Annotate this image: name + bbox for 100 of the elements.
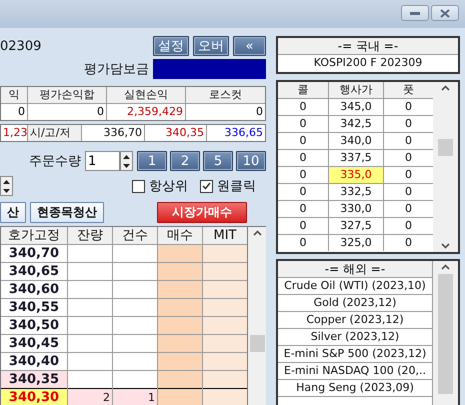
change-value: 1,23 [1, 125, 27, 141]
mit-cell[interactable] [203, 245, 247, 262]
quantity-preset-button[interactable]: 10 [236, 151, 266, 171]
order-quantity-field[interactable]: 1 [85, 151, 120, 171]
strike-cell[interactable]: 340,0 [329, 133, 383, 149]
mit-cell[interactable] [203, 299, 247, 316]
price-cell[interactable]: 340,40 [1, 353, 67, 370]
toolbar-button[interactable]: « [233, 36, 266, 56]
action-button[interactable]: 산 [0, 202, 26, 223]
column-header: 풋 [384, 82, 433, 98]
scrollbar[interactable] [433, 82, 458, 252]
strike-cell[interactable]: 345,0 [329, 99, 383, 115]
price-cell[interactable]: 340,30 [1, 389, 67, 405]
spin-up-icon[interactable] [123, 154, 130, 158]
checkbox[interactable] [200, 180, 213, 192]
price-cell[interactable]: 340,60 [1, 281, 67, 298]
quantity-preset-button[interactable]: 5 [203, 151, 233, 171]
product-list-item[interactable]: Silver (2023,12) [278, 329, 432, 346]
price-cell[interactable]: 340,50 [1, 317, 67, 334]
buy-cell[interactable] [158, 353, 202, 370]
mit-cell[interactable] [203, 371, 247, 388]
price-cell[interactable]: 340,35 [1, 371, 67, 388]
count-cell [113, 317, 157, 334]
mit-cell[interactable] [203, 353, 247, 370]
mit-cell[interactable] [203, 281, 247, 298]
spin-down-icon[interactable] [3, 188, 10, 192]
spin-up-icon[interactable] [3, 180, 10, 184]
buy-cell[interactable] [158, 299, 202, 316]
price-cell[interactable]: 340,45 [1, 335, 67, 352]
scroll-thumb[interactable] [438, 274, 453, 394]
column-header: 로스컷 [186, 87, 265, 103]
toolbar-button[interactable]: 설정 [153, 36, 189, 56]
strike-cell[interactable]: 332,5 [329, 184, 383, 200]
count-cell [113, 353, 157, 370]
product-name[interactable]: KOSPI200 F 202309 [278, 55, 458, 72]
price-cell[interactable]: 340,55 [1, 299, 67, 316]
call-cell: 0 [278, 116, 328, 132]
strike-cell[interactable]: 337,5 [329, 150, 383, 166]
close-button[interactable] [431, 5, 459, 21]
low-price: 336,65 [207, 125, 265, 141]
collateral-label: 평가담보금 [84, 61, 149, 78]
strike-cell[interactable]: 325,0 [329, 235, 383, 251]
minimize-icon [410, 12, 420, 14]
call-cell: 0 [278, 184, 328, 200]
remaining-cell [68, 281, 112, 298]
strike-cell[interactable]: 342,5 [329, 116, 383, 132]
mit-cell[interactable] [203, 335, 247, 352]
buy-cell[interactable] [158, 281, 202, 298]
market-buy-button[interactable]: 시장가매수 [157, 202, 247, 223]
strike-cell[interactable]: 327,5 [329, 218, 383, 234]
strike-cell[interactable]: 335,0 [329, 167, 383, 183]
product-list-item[interactable]: Crude Oil (WTI) (2023,10) [278, 278, 432, 295]
buy-cell[interactable] [158, 335, 202, 352]
mit-cell[interactable] [203, 317, 247, 334]
scroll-up-icon[interactable] [252, 230, 262, 236]
column-header: 콜 [278, 82, 328, 98]
scroll-up-icon[interactable] [441, 264, 450, 270]
minimize-button[interactable] [401, 5, 429, 21]
scroll-up-icon[interactable] [441, 85, 450, 91]
put-cell: 0 [384, 184, 433, 200]
column-header: 잔량 [68, 227, 112, 244]
product-list-item[interactable]: Hang Seng (2023,09) [278, 380, 432, 397]
quantity-preset-button[interactable]: 2 [170, 151, 200, 171]
high-price: 340,35 [145, 125, 206, 141]
scroll-thumb[interactable] [250, 335, 264, 352]
spin-down-icon[interactable] [123, 164, 130, 168]
put-cell: 0 [384, 218, 433, 234]
product-list-item[interactable]: Copper (2023,12) [278, 312, 432, 329]
price-cell[interactable]: 340,70 [1, 245, 67, 262]
scroll-down-icon[interactable] [441, 243, 450, 249]
quantity-preset-button[interactable]: 1 [137, 151, 167, 171]
option-checkbox[interactable]: 원클릭 [200, 177, 256, 195]
remaining-cell [68, 371, 112, 388]
call-cell: 0 [278, 235, 328, 251]
buy-cell[interactable] [158, 389, 202, 405]
product-list-item[interactable]: E-mini S&P 500 (2023,12) [278, 346, 432, 363]
put-cell: 0 [384, 201, 433, 217]
buy-cell[interactable] [158, 371, 202, 388]
product-list-item[interactable]: Gold (2023,12) [278, 295, 432, 312]
toolbar-button[interactable]: 오버 [193, 36, 229, 56]
checkbox[interactable] [132, 180, 145, 192]
scrollbar[interactable] [433, 261, 458, 405]
option-checkbox[interactable]: 항상위 [132, 177, 188, 195]
scroll-thumb[interactable] [438, 138, 453, 156]
spinner-control[interactable] [120, 151, 133, 171]
mit-cell[interactable] [203, 263, 247, 280]
product-list-item[interactable]: E-mini NASDAQ 100 (20,.. [278, 363, 432, 380]
call-cell: 0 [278, 201, 328, 217]
price-cell[interactable]: 340,65 [1, 263, 67, 280]
scrollbar[interactable] [248, 227, 266, 405]
remaining-cell [68, 353, 112, 370]
spinner-control[interactable] [0, 176, 13, 196]
action-button[interactable]: 현종목청산 [30, 202, 104, 223]
buy-cell[interactable] [158, 317, 202, 334]
buy-cell[interactable] [158, 263, 202, 280]
column-header: 익 [1, 87, 27, 103]
strike-cell[interactable]: 330,0 [329, 201, 383, 217]
buy-cell[interactable] [158, 245, 202, 262]
mit-cell[interactable] [203, 389, 247, 405]
section-header: -= 국내 =- [278, 38, 458, 55]
